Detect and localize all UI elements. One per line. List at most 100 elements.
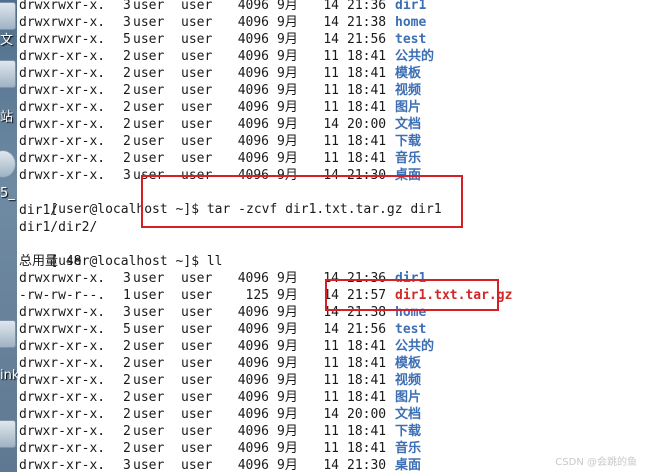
file-size: 4096 xyxy=(237,373,269,388)
command-text: ll xyxy=(206,254,223,269)
command-line-ll: [user@localhost ~]$ ll xyxy=(19,236,222,269)
directory-name: 桌面 xyxy=(395,458,422,473)
group: user xyxy=(181,305,213,320)
owner: user xyxy=(133,271,165,286)
directory-name: 下载 xyxy=(395,424,422,439)
month: 9月 xyxy=(277,305,298,320)
link-count: 2 xyxy=(123,441,131,456)
desktop-strip: 文 站 5_ ink xyxy=(0,0,19,472)
file-icon[interactable] xyxy=(0,60,16,88)
permissions: drwxr-xr-x. xyxy=(19,83,106,98)
file-size: 4096 xyxy=(237,356,269,371)
owner: user xyxy=(133,49,165,64)
day: 11 xyxy=(323,134,339,149)
dvd-icon[interactable] xyxy=(0,150,16,178)
month: 9月 xyxy=(277,322,298,337)
output-line: dir1/ xyxy=(19,203,59,218)
file-size: 4096 xyxy=(237,271,269,286)
listing-row: drwxr-xr-x. 2 user user 4096 9月 11 18:41 模板 xyxy=(19,355,421,372)
link-count: 2 xyxy=(123,407,131,422)
listing-row: drwxr-xr-x. 2 user user 4096 9月 11 18:41 视频 xyxy=(19,82,421,99)
day: 11 xyxy=(323,390,339,405)
owner: user xyxy=(133,117,165,132)
group: user xyxy=(181,0,213,13)
permissions: drwxrwxr-x. xyxy=(19,271,106,286)
desktop-label: 5_ xyxy=(0,186,15,201)
month: 9月 xyxy=(277,49,298,64)
file-size: 4096 xyxy=(237,458,269,473)
link-count: 3 xyxy=(123,0,131,13)
terminal-window[interactable]: [user@localhost ~]$ tar -zcvf dir1.txt.t… xyxy=(18,0,647,473)
day: 11 xyxy=(323,49,339,64)
permissions: drwxr-xr-x. xyxy=(19,390,106,405)
group: user xyxy=(181,390,213,405)
owner: user xyxy=(133,66,165,81)
link-count: 2 xyxy=(123,339,131,354)
month: 9月 xyxy=(277,83,298,98)
directory-name: 文档 xyxy=(395,407,422,422)
link-count: 3 xyxy=(123,271,131,286)
group: user xyxy=(181,271,213,286)
time: 21:56 xyxy=(347,32,387,47)
month: 9月 xyxy=(277,441,298,456)
month: 9月 xyxy=(277,32,298,47)
listing-row: drwxr-xr-x. 2 user user 4096 9月 11 18:41 音乐 xyxy=(19,150,421,167)
directory-name: 公共的 xyxy=(395,49,435,64)
link-count: 3 xyxy=(123,168,131,183)
permissions: drwxr-xr-x. xyxy=(19,356,106,371)
permissions: drwxr-xr-x. xyxy=(19,117,106,132)
listing-row: drwxrwxr-x. 3 user user 4096 9月 14 21:38 home xyxy=(19,14,426,31)
month: 9月 xyxy=(277,15,298,30)
permissions: drwxrwxr-x. xyxy=(19,305,106,320)
group: user xyxy=(181,66,213,81)
listing-row: drwxr-xr-x. 2 user user 4096 9月 11 18:41 视频 xyxy=(19,372,421,389)
listing-row: drwxr-xr-x. 2 user user 4096 9月 11 18:41 音乐 xyxy=(19,440,421,457)
owner: user xyxy=(133,15,165,30)
group: user xyxy=(181,424,213,439)
directory-name: 视频 xyxy=(395,373,422,388)
day: 11 xyxy=(323,83,339,98)
desktop-label: 文 xyxy=(0,33,14,48)
link-count: 1 xyxy=(123,288,131,303)
month: 9月 xyxy=(277,458,298,473)
folder-icon[interactable] xyxy=(0,2,16,30)
link-count: 2 xyxy=(123,134,131,149)
day: 14 xyxy=(323,407,339,422)
time: 21:36 xyxy=(347,0,387,13)
directory-name: 模板 xyxy=(395,356,422,371)
listing-row: drwxrwxr-x. 5 user user 4096 9月 14 21:56 test xyxy=(19,321,426,338)
listing-row: drwxr-xr-x. 2 user user 4096 9月 11 18:41 公共的 xyxy=(19,338,434,355)
file-size: 4096 xyxy=(237,100,269,115)
month: 9月 xyxy=(277,424,298,439)
directory-name: 图片 xyxy=(395,100,422,115)
file-icon[interactable] xyxy=(0,420,16,448)
permissions: drwxr-xr-x. xyxy=(19,407,106,422)
directory-name: 文档 xyxy=(395,117,422,132)
file-size: 4096 xyxy=(237,305,269,320)
month: 9月 xyxy=(277,151,298,166)
listing-row: drwxr-xr-x. 2 user user 4096 9月 11 18:41 下载 xyxy=(19,423,421,440)
time: 20:00 xyxy=(347,407,387,422)
link-count: 3 xyxy=(123,15,131,30)
watermark: CSDN @会跳的鱼 xyxy=(555,457,637,468)
group: user xyxy=(181,49,213,64)
directory-name: 公共的 xyxy=(395,339,435,354)
time: 18:41 xyxy=(347,424,387,439)
listing-row: drwxr-xr-x. 2 user user 4096 9月 14 20:00 文档 xyxy=(19,116,421,133)
owner: user xyxy=(133,0,165,13)
month: 9月 xyxy=(277,339,298,354)
month: 9月 xyxy=(277,66,298,81)
permissions: drwxr-xr-x. xyxy=(19,441,106,456)
link-count: 2 xyxy=(123,66,131,81)
owner: user xyxy=(133,356,165,371)
owner: user xyxy=(133,458,165,473)
directory-name: 图片 xyxy=(395,390,422,405)
link-icon[interactable] xyxy=(0,320,16,348)
desktop-label: 站 xyxy=(0,110,14,125)
total-line: 总用量 48 xyxy=(19,254,82,269)
day: 14 xyxy=(323,32,339,47)
file-size: 4096 xyxy=(237,117,269,132)
listing-row: drwxr-xr-x. 2 user user 4096 9月 11 18:41 图片 xyxy=(19,389,421,406)
permissions: drwxr-xr-x. xyxy=(19,49,106,64)
group: user xyxy=(181,288,213,303)
